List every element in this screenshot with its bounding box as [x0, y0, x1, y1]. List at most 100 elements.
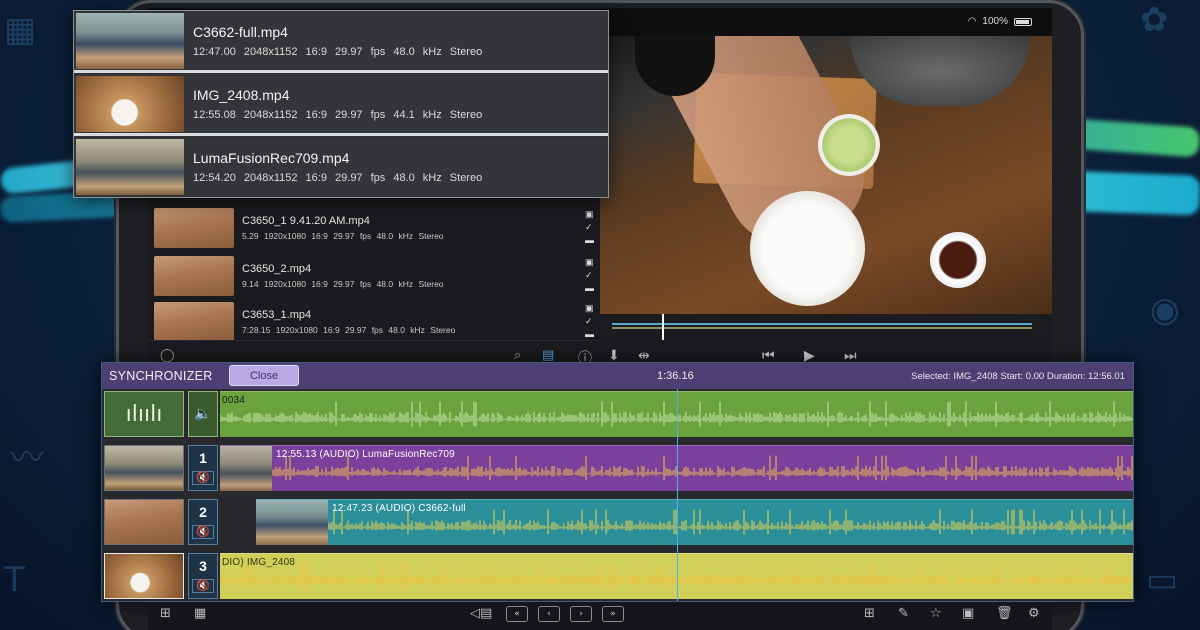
favorite-icon[interactable]: ☆ [930, 606, 942, 621]
preview-scrubber[interactable] [600, 314, 1052, 340]
lane-number: 1 🔇 [188, 445, 218, 491]
delete-icon[interactable]: 🗑 [996, 606, 1013, 621]
plate [750, 191, 865, 306]
clip-name: IMG_2408.mp4 [193, 87, 290, 103]
waveform-path [220, 563, 1133, 589]
scrubber-track-audio [612, 327, 1032, 329]
master-audio-lane[interactable]: ılıılı 🔈 0034 [102, 391, 1133, 439]
clip-info-row[interactable]: LumaFusionRec709.mp4 12:54.20 2048x1152 … [74, 138, 608, 196]
battery-icon [1014, 17, 1032, 26]
sync-playhead[interactable] [677, 389, 678, 601]
film-deco-icon: ◉ [1150, 290, 1180, 330]
waveform-path [220, 401, 1133, 427]
head [850, 36, 1030, 106]
bottom-toolbar [148, 602, 1052, 630]
synchronizer-panel: SYNCHRONIZER Close 1:36.16 Selected: IMG… [101, 362, 1134, 602]
clip-status-icons: ▣ ✓ ▬ [585, 303, 594, 339]
lane-thumbnail [104, 445, 184, 491]
list-item[interactable]: C3650_2.mp4 9.14 1920x1080 16:9 29.97 fp… [154, 254, 594, 298]
lane-number-label: 2 [199, 504, 207, 520]
scrubber-track [612, 323, 1032, 325]
waveform-icon: ılıılı [104, 391, 184, 437]
text-deco-icon: T [4, 560, 25, 600]
clip-label: 0034 [222, 395, 246, 406]
select-icon[interactable]: ◯ [160, 348, 175, 363]
step-forward-icon[interactable]: › [570, 606, 592, 622]
clip-meta: 12:54.20 2048x1152 16:9 29.97 fps 48.0 k… [193, 172, 483, 184]
clip-thumbnail [220, 446, 272, 491]
row-divider [74, 70, 608, 73]
battery-percent: 100% [982, 16, 1008, 27]
clip-name: LumaFusionRec709.mp4 [193, 150, 350, 166]
clip-thumbnail [154, 302, 234, 342]
gear-deco-icon: ✿ [1140, 0, 1169, 40]
clip-label: 12:47.23 (AUDIO) C3662-full [332, 503, 466, 514]
clip-name: C3650_1 9.41.20 AM.mp4 [242, 215, 370, 227]
chat-deco-icon: ▭ [1146, 560, 1179, 600]
clip-thumbnail [256, 500, 328, 545]
clip-status-icons: ▣ ✓ ▬ [585, 257, 594, 293]
skip-forward-icon[interactable]: » [602, 606, 624, 622]
lane-number-label: 1 [199, 450, 207, 466]
clip-meta: 12:47.00 2048x1152 16:9 29.97 fps 48.0 k… [193, 46, 483, 58]
clip-meta: 5.29 1920x1080 16:9 29.97 fps 48.0 kHz S… [242, 231, 444, 241]
mute-icon[interactable]: 🔇 [192, 579, 214, 593]
waveform-deco-icon: 〰 [10, 438, 44, 478]
speaker-icon[interactable]: 🔈 [188, 391, 218, 437]
lane-number: 3 🔇 [188, 553, 218, 599]
row-divider [74, 133, 608, 136]
list-item[interactable]: C3653_1.mp4 7:28.15 1920x1080 16:9 29.97… [154, 300, 594, 344]
clip-info-row[interactable]: C3662-full.mp4 12:47.00 2048x1152 16:9 2… [74, 12, 608, 70]
import-icon[interactable]: ⊞ [160, 606, 171, 621]
clip-meta: 12:55.08 2048x1152 16:9 29.97 fps 44.1 k… [193, 109, 483, 121]
status-bar: ◠ 100% [968, 16, 1032, 27]
clip-thumbnail [76, 76, 184, 132]
lane-thumbnail [104, 553, 184, 599]
clip-thumbnail [76, 139, 184, 195]
clip-name: C3653_1.mp4 [242, 309, 312, 321]
lane-thumbnail [104, 499, 184, 545]
clip-thumbnail [76, 13, 184, 69]
mute-icon[interactable]: 🔇 [192, 525, 214, 539]
export-icon[interactable]: ▣ [962, 606, 974, 621]
skip-back-icon[interactable]: « [506, 606, 528, 622]
bowl [818, 114, 880, 176]
edit-icon[interactable]: ✎ [898, 606, 909, 621]
sync-lane-2[interactable]: 2 🔇 12:47.23 (AUDIO) C3662-full [102, 499, 1133, 547]
close-button[interactable]: Close [229, 365, 299, 386]
current-time: 1:36.16 [657, 370, 694, 382]
search-icon[interactable]: ⌕ [514, 348, 521, 363]
clip-info-popup: C3662-full.mp4 12:47.00 2048x1152 16:9 2… [73, 10, 609, 198]
clip-name: C3650_2.mp4 [242, 263, 312, 275]
clip-icon[interactable]: ▦ [194, 606, 206, 621]
clip-status-icons: ▣ ✓ ▬ [585, 209, 594, 245]
layers-icon[interactable]: ▤ [542, 348, 554, 363]
clip-label: 12:55.13 (AUDIO) LumaFusionRec709 [276, 449, 455, 460]
lane-number: 2 🔇 [188, 499, 218, 545]
clip-info-row[interactable]: IMG_2408.mp4 12:55.08 2048x1152 16:9 29.… [74, 75, 608, 133]
wifi-icon: ◠ [967, 16, 977, 27]
clip-meta: 7:28.15 1920x1080 16:9 29.97 fps 48.0 kH… [242, 325, 456, 335]
sync-lane-3[interactable]: 3 🔇 DIO) IMG_2408 [102, 553, 1133, 601]
cup [930, 232, 986, 288]
clip-label: DIO) IMG_2408 [222, 557, 296, 568]
list-item[interactable]: C3650_1 9.41.20 AM.mp4 5.29 1920x1080 16… [154, 206, 594, 250]
synchronizer-title: SYNCHRONIZER [109, 369, 213, 383]
scrubber-playhead[interactable] [662, 314, 664, 340]
step-back-icon[interactable]: ‹ [538, 606, 560, 622]
synchronizer-header: SYNCHRONIZER Close 1:36.16 Selected: IMG… [102, 363, 1133, 389]
film-deco-icon: ▦ [4, 10, 37, 50]
clip-thumbnail [154, 208, 234, 248]
video-preview[interactable] [600, 36, 1052, 314]
settings-icon[interactable]: ⚙ [1028, 606, 1040, 621]
clip-name: C3662-full.mp4 [193, 24, 288, 40]
selected-clip-info: Selected: IMG_2408 Start: 0.00 Duration:… [911, 371, 1125, 382]
lane-number-label: 3 [199, 558, 207, 574]
add-icon[interactable]: ⊞ [864, 606, 875, 621]
mute-icon[interactable]: 🔇 [192, 471, 214, 485]
audio-mix-icon[interactable]: ◁▤ [470, 606, 492, 621]
clip-thumbnail [154, 256, 234, 296]
sync-lane-1[interactable]: 1 🔇 12:55.13 (AUDIO) LumaFusionRec709 [102, 445, 1133, 493]
clip-meta: 9.14 1920x1080 16:9 29.97 fps 48.0 kHz S… [242, 279, 444, 289]
audio-clip[interactable]: 12:47.23 (AUDIO) C3662-full [256, 499, 1133, 545]
